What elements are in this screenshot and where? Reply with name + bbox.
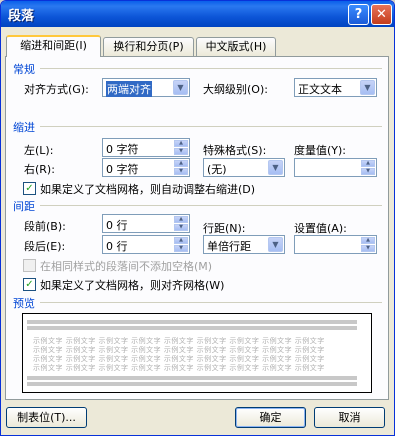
- space-after-spinner[interactable]: 0 行 ▲ ▼: [102, 235, 190, 254]
- preview-prev-paragraph: [27, 326, 357, 330]
- spin-up-icon[interactable]: ▲: [174, 140, 188, 147]
- space-before-value: 0 行: [106, 219, 128, 232]
- snap-to-grid-checkbox[interactable]: ✓: [23, 278, 36, 291]
- spin-up-icon[interactable]: ▲: [174, 237, 188, 244]
- tab-line-page-breaks[interactable]: 换行和分页(P): [103, 37, 194, 56]
- paragraph-dialog: 段落 ? ✕ 缩进和间距(I) 换行和分页(P) 中文版式(H) 常规 对齐方式…: [0, 0, 395, 436]
- spin-down-icon[interactable]: ▼: [174, 224, 188, 231]
- outline-level-select[interactable]: 正文文本 ▼: [294, 78, 377, 97]
- line-spacing-label: 行距(N):: [203, 222, 246, 235]
- preview-next-paragraph: [27, 376, 357, 380]
- chevron-down-icon[interactable]: ▼: [173, 80, 188, 95]
- right-indent-value: 0 字符: [106, 163, 139, 176]
- preview-sample-text: 示例文字 示例文字 示例文字 示例文字 示例文字 示例文字 示例文字 示例文字 …: [33, 364, 325, 372]
- no-space-same-style-checkbox[interactable]: [23, 259, 36, 272]
- section-divider: [40, 302, 382, 303]
- line-spacing-select[interactable]: 单倍行距 ▼: [203, 235, 285, 254]
- spin-up-icon[interactable]: ▲: [361, 237, 375, 244]
- alignment-value: 两端对齐: [106, 81, 152, 97]
- line-spacing-at-label: 设置值(A):: [294, 222, 347, 235]
- spin-down-icon[interactable]: ▼: [174, 168, 188, 175]
- ok-button[interactable]: 确定: [235, 407, 306, 428]
- preview-box: 示例文字 示例文字 示例文字 示例文字 示例文字 示例文字 示例文字 示例文字 …: [22, 313, 372, 393]
- check-icon: ✓: [25, 183, 34, 194]
- check-icon: ✓: [25, 279, 34, 290]
- chevron-down-icon[interactable]: ▼: [268, 160, 283, 175]
- chevron-down-icon[interactable]: ▼: [268, 237, 283, 252]
- alignment-label: 对齐方式(G):: [24, 83, 89, 96]
- spin-up-icon[interactable]: ▲: [174, 160, 188, 167]
- tab-indent-spacing[interactable]: 缩进和间距(I): [6, 35, 101, 57]
- outline-level-value: 正文文本: [298, 83, 342, 96]
- line-spacing-at-spinner[interactable]: ▲ ▼: [294, 235, 377, 254]
- special-indent-select[interactable]: (无) ▼: [203, 158, 285, 177]
- special-indent-value: (无): [207, 163, 227, 176]
- spin-down-icon[interactable]: ▼: [361, 168, 375, 175]
- preview-prev-paragraph: [27, 320, 357, 324]
- space-before-label: 段前(B):: [24, 220, 66, 233]
- spin-down-icon[interactable]: ▼: [174, 148, 188, 155]
- right-indent-label: 右(R):: [24, 163, 55, 176]
- no-space-same-style-label: 在相同样式的段落间不添加空格(M): [40, 260, 213, 273]
- dialog-title: 段落: [8, 9, 35, 24]
- left-indent-spinner[interactable]: 0 字符 ▲ ▼: [102, 138, 190, 157]
- space-after-value: 0 行: [106, 240, 128, 253]
- section-divider: [40, 126, 382, 127]
- auto-right-indent-checkbox[interactable]: ✓: [23, 182, 36, 195]
- section-spacing-heading: 间距: [13, 200, 35, 213]
- help-button[interactable]: ?: [348, 4, 369, 25]
- left-indent-label: 左(L):: [24, 144, 54, 157]
- section-indent-heading: 缩进: [13, 121, 35, 134]
- space-before-spinner[interactable]: 0 行 ▲ ▼: [102, 214, 190, 233]
- tab-asian-typography[interactable]: 中文版式(H): [196, 37, 276, 56]
- chevron-down-icon[interactable]: ▼: [360, 80, 375, 95]
- right-indent-spinner[interactable]: 0 字符 ▲ ▼: [102, 158, 190, 177]
- help-icon: ?: [354, 7, 363, 22]
- title-bar[interactable]: 段落 ? ✕: [1, 1, 394, 27]
- section-divider: [40, 205, 382, 206]
- auto-right-indent-label: 如果定义了文档网格，则自动调整右缩进(D): [40, 183, 256, 196]
- spin-up-icon[interactable]: ▲: [174, 216, 188, 223]
- left-indent-value: 0 字符: [106, 143, 139, 156]
- line-spacing-value: 单倍行距: [207, 240, 251, 253]
- section-general-heading: 常规: [13, 63, 35, 76]
- spin-down-icon[interactable]: ▼: [361, 245, 375, 252]
- indent-by-label: 度量值(Y):: [294, 144, 347, 157]
- tabs-button[interactable]: 制表位(T)...: [6, 407, 87, 428]
- snap-to-grid-label: 如果定义了文档网格，则对齐网格(W): [40, 279, 225, 292]
- preview-next-paragraph: [27, 382, 357, 386]
- outline-level-label: 大纲级别(O):: [203, 83, 268, 96]
- space-after-label: 段后(E):: [24, 240, 66, 253]
- section-divider: [40, 68, 382, 69]
- section-preview-heading: 预览: [13, 297, 35, 310]
- alignment-select[interactable]: 两端对齐 ▼: [102, 78, 190, 97]
- close-icon: ✕: [376, 7, 387, 22]
- spin-down-icon[interactable]: ▼: [174, 245, 188, 252]
- tab-panel: 常规 对齐方式(G): 两端对齐 ▼ 大纲级别(O): 正文文本 ▼ 缩进 左(…: [5, 56, 389, 400]
- close-button[interactable]: ✕: [371, 4, 392, 25]
- spin-up-icon[interactable]: ▲: [361, 160, 375, 167]
- cancel-button[interactable]: 取消: [314, 407, 385, 428]
- special-indent-label: 特殊格式(S):: [203, 144, 267, 157]
- indent-by-spinner[interactable]: ▲ ▼: [294, 158, 377, 177]
